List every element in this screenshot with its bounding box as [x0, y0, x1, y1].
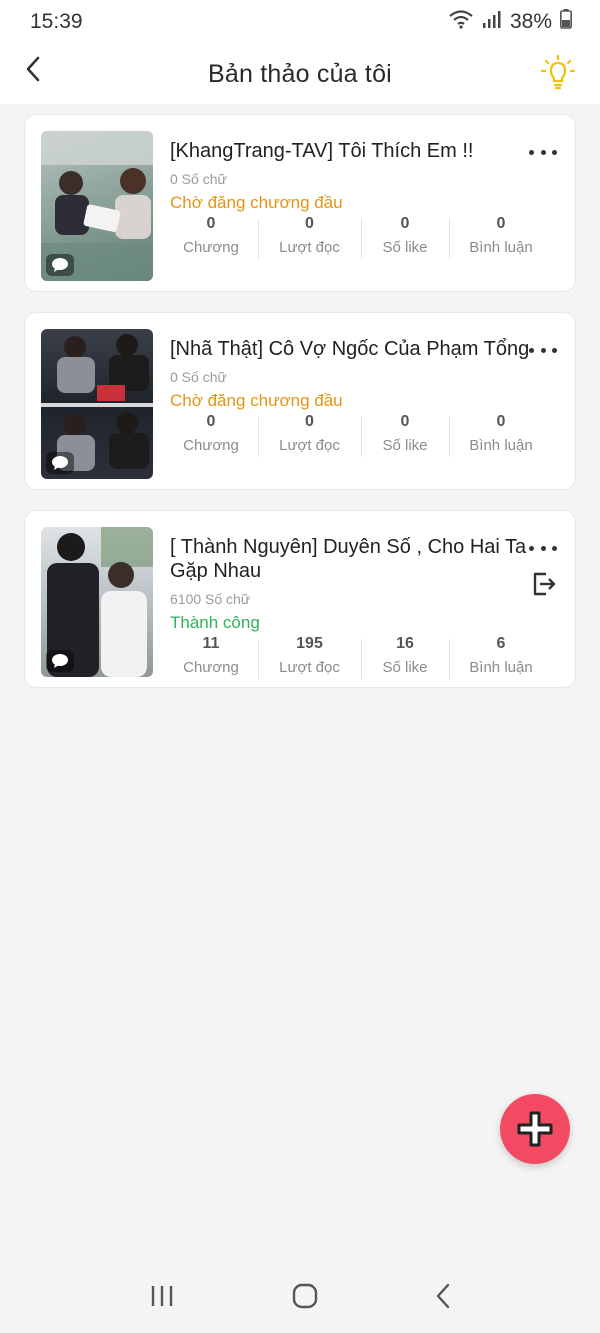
story-title: [Nhã Thật] Cô Vợ Ngốc Của Phạm Tổng [170, 338, 530, 360]
comment-badge-icon [46, 452, 74, 474]
tips-button[interactable] [538, 52, 578, 92]
stat-label: Lượt đọc [279, 659, 340, 676]
stat-chapters: 0 Chương [164, 413, 258, 454]
story-stats: 0 Chương 0 Lượt đọc 0 Số like 0 Bình luậ… [164, 413, 553, 457]
stat-label: Bình luận [469, 437, 533, 454]
word-count: 6100 Số chữ [170, 591, 251, 607]
more-dots-icon [529, 347, 534, 353]
publish-status: Chờ đăng chương đầu [170, 193, 343, 212]
stat-value: 0 [206, 413, 216, 430]
word-count: 0 Số chữ [170, 369, 227, 385]
status-time: 15:39 [30, 10, 83, 33]
more-dots-icon [529, 545, 534, 551]
stat-value: 11 [202, 635, 220, 652]
status-icons: 38% [448, 9, 572, 35]
stat-chapters: 0 Chương [164, 215, 258, 256]
stat-chapters: 11 Chương [164, 635, 258, 676]
add-story-button[interactable] [500, 1094, 570, 1164]
stat-label: Lượt đọc [279, 437, 340, 454]
stat-label: Chương [183, 437, 239, 454]
recent-apps-button[interactable] [149, 1284, 175, 1313]
story-cover-image [41, 527, 153, 677]
back-button[interactable] [18, 54, 48, 84]
stat-reads: 0 Lượt đọc [258, 413, 361, 457]
export-icon [533, 572, 556, 596]
stat-reads: 0 Lượt đọc [258, 215, 361, 259]
signal-icon [482, 10, 502, 34]
stat-comments: 6 Bình luận [449, 635, 553, 679]
more-options-button[interactable] [529, 541, 557, 555]
stat-value: 0 [400, 413, 410, 430]
publish-status: Thành công [170, 613, 260, 632]
more-options-button[interactable] [529, 343, 557, 357]
story-cover-image [41, 329, 153, 479]
battery-percent: 38% [509, 10, 552, 33]
stat-value: 195 [296, 635, 323, 652]
draft-card[interactable]: [KhangTrang-TAV] Tôi Thích Em !! 0 Số ch… [24, 114, 576, 292]
stat-value: 0 [305, 413, 314, 430]
stat-label: Lượt đọc [279, 239, 340, 256]
draft-card[interactable]: [Nhã Thật] Cô Vợ Ngốc Của Phạm Tổng 0 Số… [24, 312, 576, 490]
publish-status: Chờ đăng chương đầu [170, 391, 343, 410]
more-options-button[interactable] [529, 145, 557, 159]
chevron-left-icon [26, 56, 40, 82]
stat-value: 16 [396, 635, 414, 652]
app-header: Bản thảo của tôi [0, 44, 600, 104]
draft-card[interactable]: [ Thành Nguyên] Duyên Số , Cho Hai Ta Gặ… [24, 510, 576, 688]
stat-label: Chương [183, 239, 239, 256]
chevron-left-icon [437, 1283, 450, 1308]
status-bar: 15:39 38% [0, 0, 600, 44]
story-stats: 11 Chương 195 Lượt đọc 16 Số like 6 Bình… [164, 635, 553, 679]
comment-badge-icon [46, 254, 74, 276]
stat-label: Bình luận [469, 659, 533, 676]
stat-comments: 0 Bình luận [449, 215, 553, 259]
plus-icon [517, 1111, 553, 1147]
stat-value: 0 [496, 413, 506, 430]
home-icon [292, 1283, 318, 1308]
comment-badge-icon [46, 650, 74, 672]
stat-label: Bình luận [469, 239, 533, 256]
stat-label: Số like [382, 659, 428, 676]
draft-list: [KhangTrang-TAV] Tôi Thích Em !! 0 Số ch… [24, 114, 576, 708]
stat-value: 0 [400, 215, 410, 232]
stat-likes: 16 Số like [361, 635, 449, 679]
recents-icon [151, 1285, 172, 1306]
stat-comments: 0 Bình luận [449, 413, 553, 457]
system-back-button[interactable] [435, 1283, 451, 1314]
stat-value: 6 [496, 635, 506, 652]
page-title: Bản thảo của tôi [208, 59, 392, 88]
stat-likes: 0 Số like [361, 413, 449, 457]
lightbulb-icon [540, 54, 576, 90]
stat-value: 0 [496, 215, 506, 232]
battery-icon [560, 9, 572, 35]
system-nav-bar [0, 1263, 600, 1333]
stat-label: Chương [183, 659, 239, 676]
story-stats: 0 Chương 0 Lượt đọc 0 Số like 0 Bình luậ… [164, 215, 553, 259]
stat-label: Số like [382, 437, 428, 454]
stat-likes: 0 Số like [361, 215, 449, 259]
export-button[interactable] [531, 571, 557, 597]
stat-label: Số like [382, 239, 428, 256]
story-title: [KhangTrang-TAV] Tôi Thích Em !! [170, 140, 474, 162]
wifi-icon [448, 9, 474, 35]
stat-value: 0 [305, 215, 314, 232]
more-dots-icon [529, 149, 534, 155]
home-button[interactable] [292, 1283, 318, 1314]
word-count: 0 Số chữ [170, 171, 227, 187]
story-title: [ Thành Nguyên] Duyên Số , Cho Hai Ta Gặ… [170, 536, 527, 582]
story-cover-image [41, 131, 153, 281]
stat-value: 0 [206, 215, 216, 232]
stat-reads: 195 Lượt đọc [258, 635, 361, 679]
